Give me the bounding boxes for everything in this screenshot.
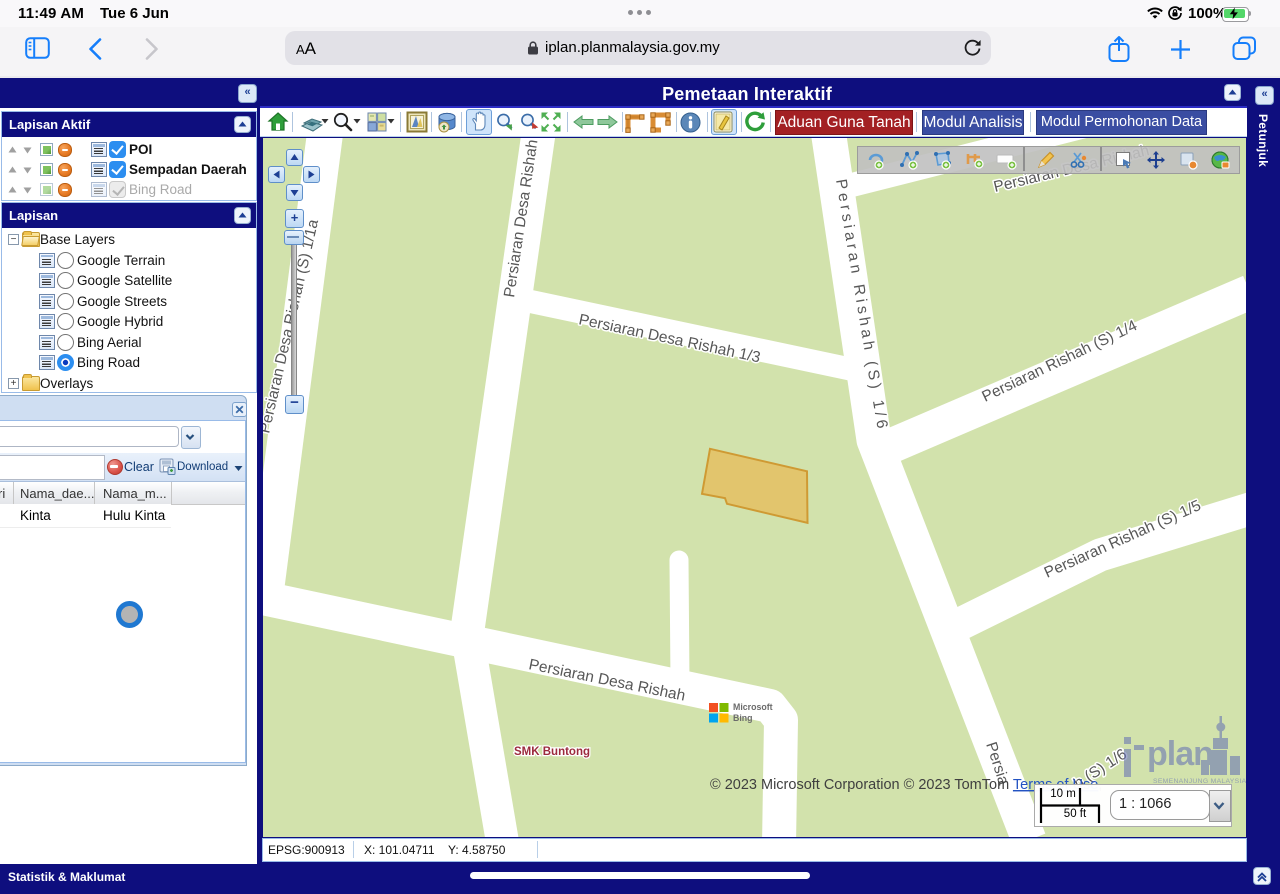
svg-text:Microsoft: Microsoft [733,702,773,712]
svg-text:Bing: Bing [733,713,753,723]
svg-text:SMK Buntong: SMK Buntong [514,746,590,758]
